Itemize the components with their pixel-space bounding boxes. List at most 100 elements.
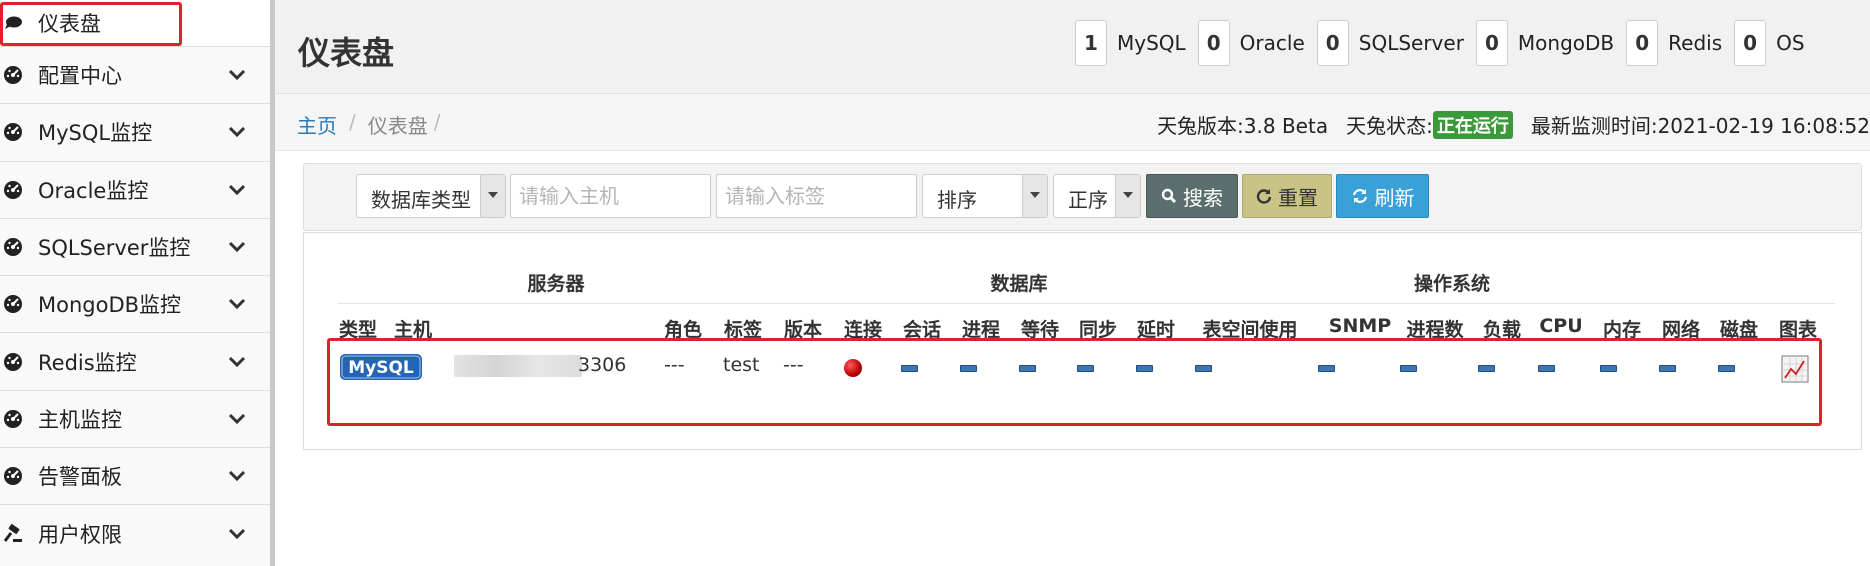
db-type-select[interactable]: 数据库类型: [356, 174, 506, 218]
sidebar-item-label: 仪表盘: [38, 12, 101, 36]
status-indicator: [1019, 365, 1036, 372]
select-caret: [1115, 175, 1140, 217]
select-value: 正序: [1068, 188, 1108, 212]
chevron-down-icon: [228, 70, 246, 81]
column-header: 标签: [723, 319, 763, 341]
dashboard-gauge-icon: [4, 352, 22, 371]
status-indicator: [1195, 365, 1212, 372]
chevron-down-icon: [228, 413, 246, 425]
column-header: 角色: [663, 319, 703, 341]
select-caret: [1022, 175, 1047, 217]
sidebar-item-sqlserver[interactable]: SQLServer监控: [0, 219, 270, 277]
dashboard-gauge-icon: [4, 66, 22, 85]
counter-os[interactable]: 0 OS: [1734, 20, 1805, 66]
counter-oracle[interactable]: 0 Oracle: [1197, 20, 1305, 66]
sidebar-item-permissions[interactable]: 用户权限: [0, 505, 270, 562]
sidebar-item-mongodb[interactable]: MongoDB监控: [0, 276, 270, 334]
breadcrumb-bar: 主页 / 仪表盘 / 天兔版本:3.8 Beta 天兔状态: 正在运行 最新监测…: [275, 94, 1870, 151]
group-divider: [338, 303, 1835, 304]
tag-cell: test: [723, 354, 760, 376]
group-header-os: 操作系统: [1413, 273, 1491, 295]
column-header: SNMP: [1328, 315, 1392, 337]
counter-value: 1: [1075, 20, 1107, 66]
sort-select[interactable]: 排序: [922, 174, 1048, 218]
connection-status-dot: [844, 359, 862, 377]
dashboard-gauge-icon: [4, 409, 22, 428]
gavel-icon: [3, 524, 22, 543]
dashboard-gauge-icon: [4, 180, 22, 199]
column-header: 进程数: [1406, 319, 1464, 341]
chevron-down-icon: [228, 528, 246, 540]
status-indicator: [1718, 365, 1735, 372]
sidebar-item-oracle[interactable]: Oracle监控: [0, 162, 270, 219]
column-header: 磁盘: [1719, 319, 1759, 341]
column-header: 负载: [1482, 319, 1522, 341]
status-indicator: [1318, 365, 1335, 372]
sidebar-item-redis[interactable]: Redis监控: [0, 333, 270, 391]
counter-label: MongoDB: [1517, 31, 1615, 55]
column-header: 网络: [1661, 319, 1701, 341]
sidebar-item-mysql[interactable]: MySQL监控: [0, 104, 270, 162]
counter-label: Oracle: [1239, 31, 1305, 55]
sidebar-item-label: MongoDB监控: [38, 293, 182, 318]
counter-label: Redis: [1668, 31, 1723, 55]
column-header: 主机: [393, 319, 433, 341]
status-indicator: [1077, 365, 1094, 372]
counter-redis[interactable]: 0 Redis: [1626, 20, 1722, 66]
column-header: 连接: [843, 319, 883, 341]
system-status: 天兔版本:3.8 Beta 天兔状态: 正在运行 最新监测时间:2021-02-…: [1157, 110, 1870, 139]
caret-down-icon: [1030, 192, 1040, 198]
breadcrumb: 主页 / 仪表盘 /: [297, 110, 441, 139]
counter-mongodb[interactable]: 0 MongoDB: [1475, 20, 1615, 66]
breadcrumb-separator: /: [433, 110, 441, 134]
counter-value: 0: [1626, 20, 1659, 66]
last-check-time: 最新监测时间:2021-02-19 16:08:52: [1530, 114, 1870, 138]
column-header: 同步: [1078, 319, 1118, 341]
sync-icon: [1352, 189, 1367, 203]
counter-label: MySQL: [1117, 31, 1186, 55]
version-cell: ---: [783, 354, 804, 376]
reset-button-label: 重置: [1278, 185, 1318, 210]
status-indicator: [901, 365, 918, 372]
refresh-icon: [1256, 189, 1272, 204]
sidebar-item-dashboard[interactable]: 仪表盘: [0, 0, 270, 47]
counter-value: 0: [1316, 20, 1349, 66]
caret-down-icon: [1123, 192, 1133, 198]
refresh-button-label: 刷新: [1374, 185, 1415, 210]
order-select[interactable]: 正序: [1053, 174, 1141, 218]
column-header: 会话: [902, 319, 942, 341]
line-chart-icon[interactable]: [1781, 355, 1809, 383]
sidebar-item-config[interactable]: 配置中心: [0, 47, 270, 105]
counter-value: 0: [1197, 20, 1230, 66]
group-header-database: 数据库: [990, 273, 1048, 295]
search-icon: [1161, 188, 1177, 204]
chevron-down-icon: [228, 127, 246, 138]
sidebar-item-host[interactable]: 主机监控: [0, 391, 270, 449]
page-title: 仪表盘: [298, 34, 395, 72]
chevron-down-icon: [228, 356, 246, 367]
column-header: 内存: [1602, 319, 1642, 341]
monitor-table-panel: 服务器 数据库 操作系统 类型 主机 角色 标签 版本 连接 会话 进程 等待 …: [303, 232, 1862, 450]
sidebar-item-label: Oracle监控: [38, 178, 149, 203]
host-input[interactable]: [510, 174, 711, 218]
db-counters: 1 MySQL 0 Oracle 0 SQLServer 0 MongoDB 0 Redi…: [1075, 20, 1817, 66]
chevron-down-icon: [228, 299, 246, 310]
column-header: 版本: [783, 319, 823, 341]
counter-sqlserver[interactable]: 0 SQLServer: [1316, 20, 1464, 66]
status-indicator: [1136, 365, 1153, 372]
dashboard-gauge-icon: [4, 238, 22, 257]
breadcrumb-home-link[interactable]: 主页: [297, 110, 337, 139]
tag-input[interactable]: [716, 174, 917, 218]
counter-mysql[interactable]: 1 MySQL: [1075, 20, 1186, 66]
search-toolbar: 数据库类型 排序 正序 搜索 重置 刷新: [303, 163, 1862, 231]
sidebar-item-label: MySQL监控: [38, 121, 153, 146]
search-button[interactable]: 搜索: [1146, 174, 1238, 218]
reset-button[interactable]: 重置: [1242, 174, 1332, 218]
column-header: 表空间使用: [1202, 319, 1298, 341]
column-header: 进程: [961, 319, 1001, 341]
sidebar: 仪表盘 配置中心 MySQL监控 Oracle监控 SQLServer监控 Mo…: [0, 0, 275, 566]
refresh-button[interactable]: 刷新: [1336, 174, 1429, 218]
chevron-down-icon: [228, 184, 246, 195]
status-badge: 正在运行: [1432, 110, 1513, 139]
sidebar-item-alerts[interactable]: 告警面板: [0, 448, 270, 506]
